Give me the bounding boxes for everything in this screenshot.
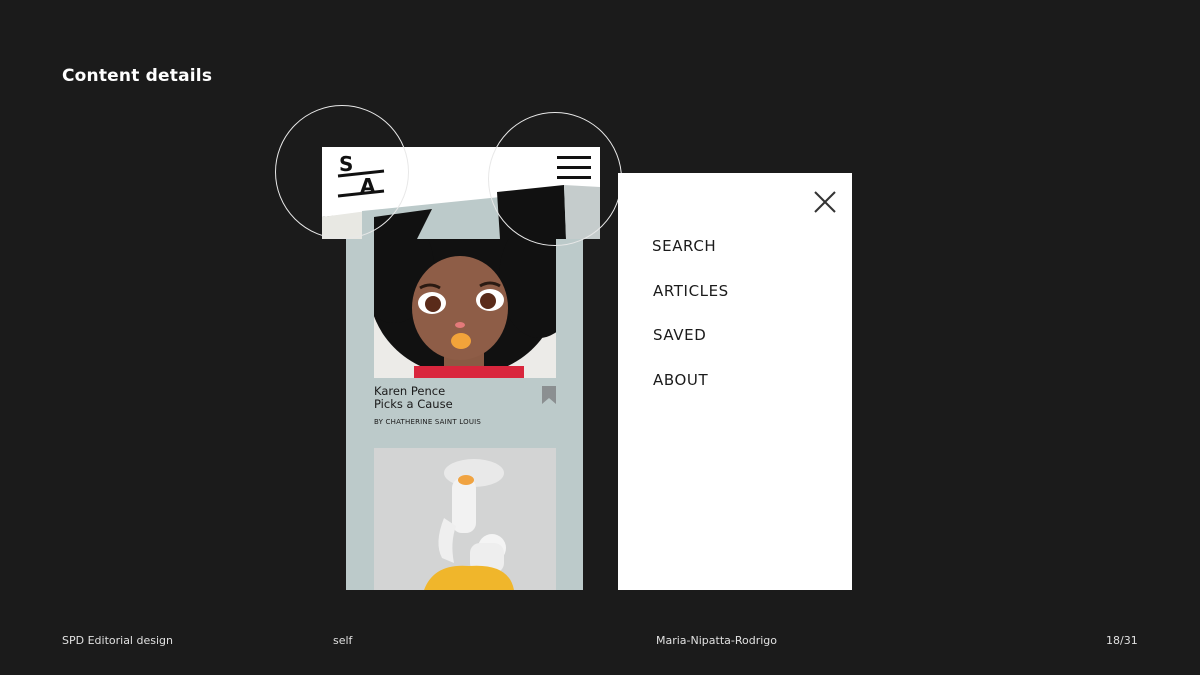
footer-project: SPD Editorial design bbox=[62, 634, 173, 647]
menu-item-about[interactable]: ABOUT bbox=[653, 371, 708, 389]
zoom-circle-logo bbox=[275, 105, 409, 239]
slide-title: Content details bbox=[62, 66, 213, 86]
bookmark-icon[interactable] bbox=[542, 386, 556, 404]
menu-item-saved[interactable]: SAVED bbox=[653, 326, 706, 344]
menu-panel: SEARCH ARTICLES SAVED ABOUT bbox=[618, 173, 852, 590]
zoom-circle-menu bbox=[488, 112, 622, 246]
close-icon[interactable] bbox=[814, 191, 836, 213]
footer-page-number: 18/31 bbox=[1106, 634, 1138, 647]
footer-type: self bbox=[333, 634, 353, 647]
article-title-line-2[interactable]: Picks a Cause bbox=[374, 398, 534, 411]
article-image-2[interactable] bbox=[374, 448, 556, 590]
article-byline: BY CHATHERINE SAINT LOUIS bbox=[374, 418, 482, 426]
article-title[interactable]: Karen Pence Picks a Cause bbox=[374, 385, 534, 411]
menu-item-articles[interactable]: ARTICLES bbox=[653, 282, 729, 300]
illustration-sculpture bbox=[374, 448, 556, 590]
menu-item-search[interactable]: SEARCH bbox=[652, 237, 716, 255]
footer-author: Maria-Nipatta-Rodrigo bbox=[656, 634, 778, 647]
